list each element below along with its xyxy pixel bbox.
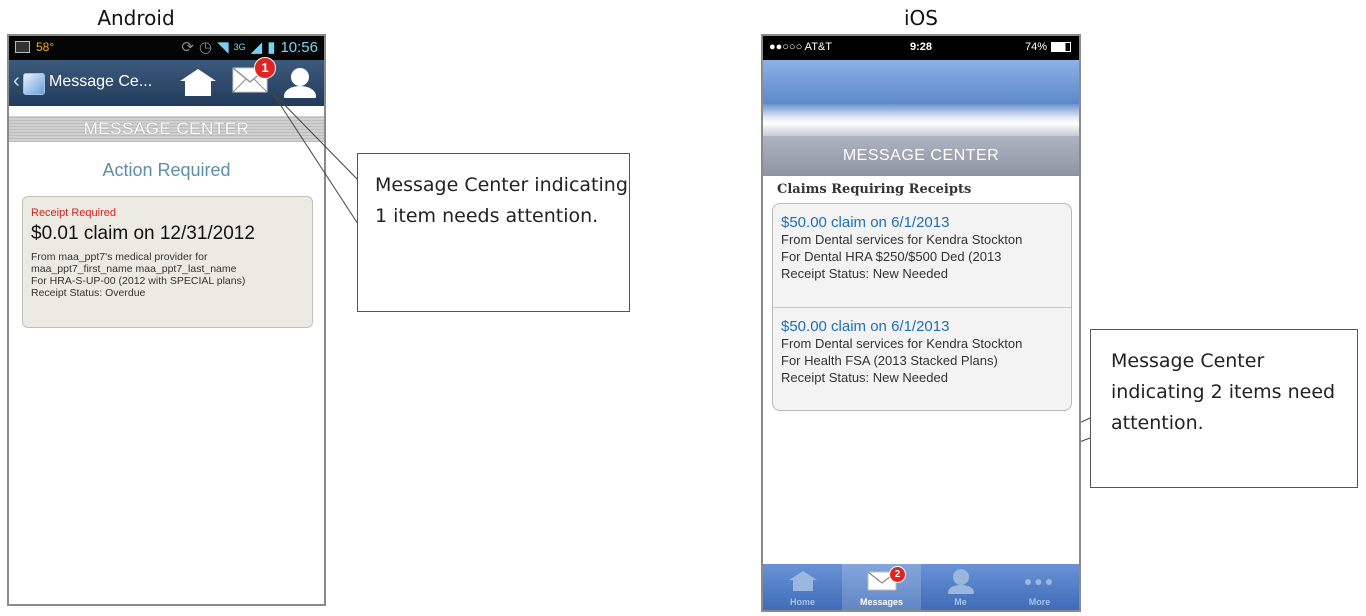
claims-list: $50.00 claim on 6/1/2013 From Dental ser… (772, 203, 1072, 411)
ios-nav-bar (763, 60, 1079, 104)
more-dots-icon: ●●● (1023, 573, 1056, 589)
claim-status: Receipt Status: New Needed (781, 370, 948, 385)
message-count-badge: 2 (889, 566, 906, 583)
ios-battery-percent: 74% (1024, 41, 1047, 53)
ios-screen: 9:28 ●●○○○ AT&T 74% MESSAGE CENTER Claim… (761, 34, 1081, 612)
tab-me[interactable]: Me (921, 564, 1000, 610)
tab-label: More (1028, 597, 1051, 607)
profile-icon (947, 569, 974, 594)
ios-status-bar: 9:28 ●●○○○ AT&T 74% (763, 36, 1079, 60)
tab-label: Me (954, 597, 967, 607)
android-callout: Message Center indicating 1 item needs a… (357, 153, 630, 312)
claim-amount: $50.00 claim on 6/1/2013 (781, 318, 950, 335)
claim-amount: $50.00 claim on 6/1/2013 (781, 214, 950, 231)
section-heading: Claims Requiring Receipts (777, 182, 972, 197)
tab-label: Home (789, 597, 815, 607)
ios-tab-bar: Home 2 Messages Me ●●● More (763, 564, 1079, 610)
claim-from: From Dental services for Kendra Stockton (781, 232, 1023, 247)
battery-icon (1051, 42, 1071, 52)
claim-item[interactable]: $50.00 claim on 6/1/2013 From Dental ser… (773, 307, 1071, 410)
claim-plan: For Health FSA (2013 Stacked Plans) (781, 353, 998, 368)
ios-callout: Message Center indicating 2 items need a… (1090, 329, 1358, 488)
home-icon (788, 571, 817, 591)
ios-carrier: ●●○○○ AT&T (769, 41, 832, 53)
tab-more[interactable]: ●●● More (1000, 564, 1079, 610)
claim-status: Receipt Status: New Needed (781, 266, 948, 281)
tab-home[interactable]: Home (763, 564, 842, 610)
ios-nav-shadow (763, 104, 1079, 136)
tab-label: Messages (859, 597, 904, 607)
callout-pointers (271, 91, 1091, 524)
claim-plan: For Dental HRA $250/$500 Ded (2013 (781, 249, 1002, 264)
tab-messages[interactable]: 2 Messages (842, 564, 921, 610)
claim-item[interactable]: $50.00 claim on 6/1/2013 From Dental ser… (773, 204, 1071, 307)
message-center-banner: MESSAGE CENTER (763, 136, 1079, 176)
claim-from: From Dental services for Kendra Stockton (781, 336, 1023, 351)
